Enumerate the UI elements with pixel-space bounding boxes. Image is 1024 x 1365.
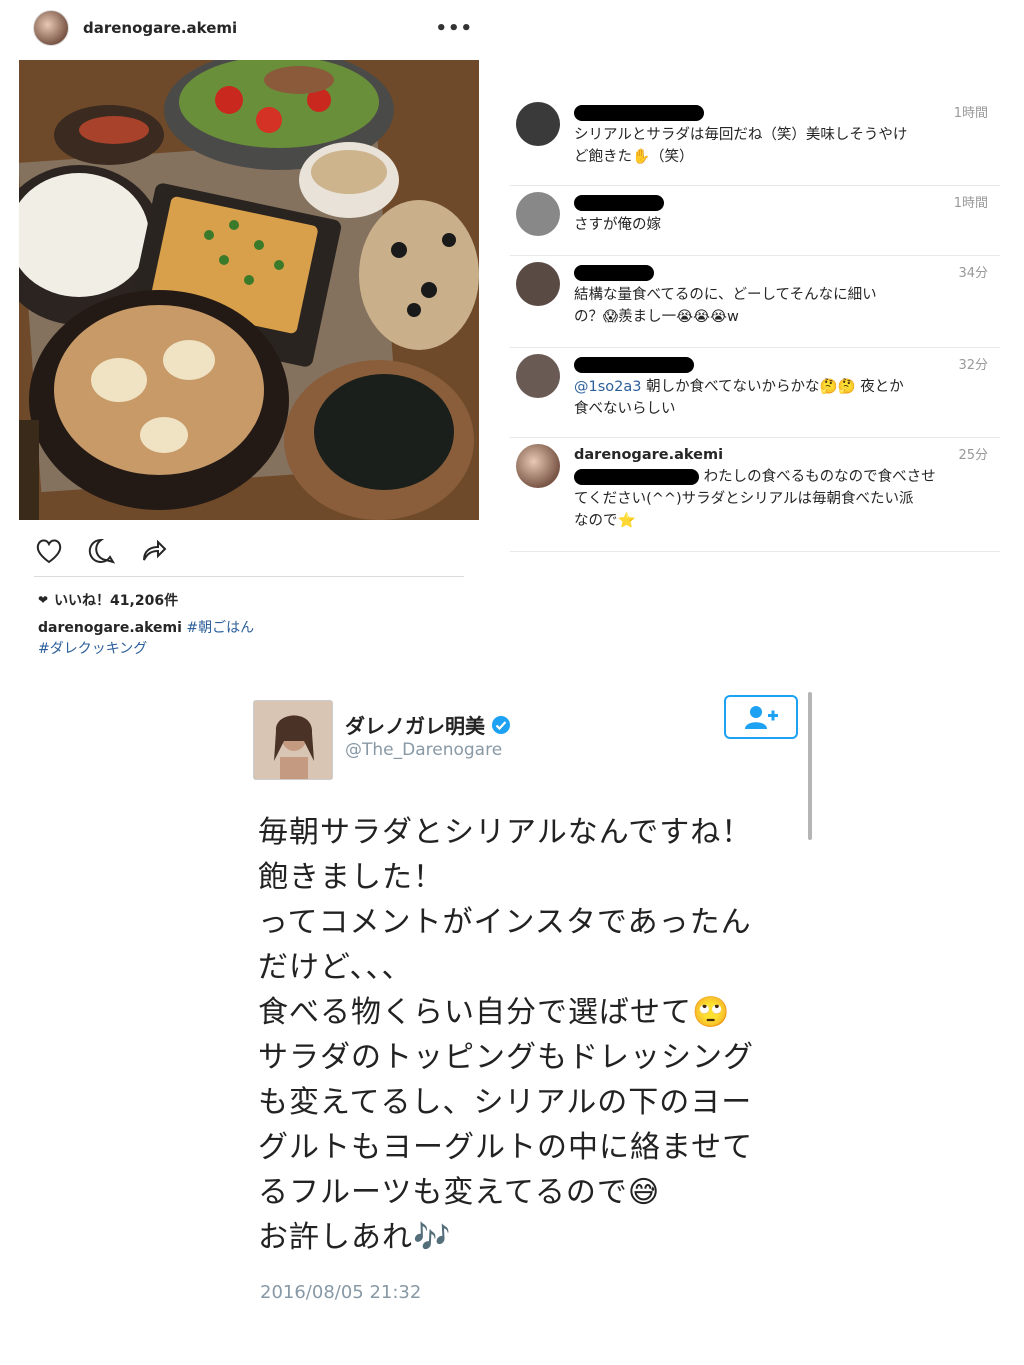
add-user-icon <box>745 706 778 729</box>
commenter-username[interactable] <box>574 354 1000 376</box>
hashtag-dare-cooking[interactable]: #ダレクッキング <box>38 641 147 657</box>
heart-icon[interactable] <box>34 536 64 566</box>
tweet-line: サラダのトッピングもドレッシング <box>258 1040 754 1075</box>
comment-item: @1so2a3 朝しか食べてないからかな🤔🤔 夜とか 食べないらしい 32分 <box>510 348 1000 438</box>
comment-text: なので⭐ <box>574 513 636 529</box>
heart-small-icon: ❤ <box>38 593 49 607</box>
tweet-line: 飽きました！ <box>258 860 444 895</box>
commenter-avatar[interactable] <box>516 102 560 146</box>
breakfast-food-illustration <box>19 60 479 520</box>
post-actions <box>34 536 194 566</box>
comment-text: さすが俺の嫁 <box>574 217 661 233</box>
redaction-mark <box>574 195 664 211</box>
tweet-line: グルトもヨーグルトの中に絡ませて <box>258 1130 754 1165</box>
comment-item: 結構な量食べてるのに、どーしてそんなに細い の？😱羨まし一😭😭😭w 34分 <box>510 256 1000 348</box>
comment-time: 34分 <box>958 266 988 281</box>
likes-count[interactable]: ❤ いいね！41,206件 <box>38 590 178 610</box>
comment-time: 1時間 <box>953 106 988 121</box>
comment-list: シリアルとサラダは毎回だね（笑）美味しそうやけ ど飽きた✋（笑） 1時間 さすが… <box>510 96 1000 552</box>
comment-text: 食べないらしい <box>574 401 676 417</box>
comment-text: @1so2a3 朝しか食べてないからかな🤔🤔 夜とか <box>574 379 904 395</box>
comment-text: てください(^^)サラダとシリアルは毎朝食べたい派 <box>574 491 914 507</box>
commenter-avatar[interactable] <box>516 444 560 488</box>
comment-item: さすが俺の嫁 1時間 <box>510 186 1000 256</box>
redaction-mark <box>574 469 699 485</box>
more-options-icon[interactable]: ••• <box>435 18 473 39</box>
comment-icon[interactable] <box>86 536 116 566</box>
redaction-mark <box>574 265 654 281</box>
commenter-username[interactable] <box>574 102 1000 124</box>
comment-text: 結構な量食べてるのに、どーしてそんなに細い <box>574 287 877 303</box>
twitter-name-row: ダレノガレ明美 <box>345 710 511 739</box>
scrollbar[interactable] <box>808 692 812 840</box>
divider <box>34 576 464 577</box>
comment-item: シリアルとサラダは毎回だね（笑）美味しそうやけ ど飽きた✋（笑） 1時間 <box>510 96 1000 186</box>
tweet-line: も変えてるし、シリアルの下のヨー <box>258 1085 753 1120</box>
tweet-line: だけど、、、 <box>258 950 413 985</box>
commenter-username[interactable]: darenogare.akemi <box>574 444 1000 466</box>
redaction-mark <box>574 357 694 373</box>
redaction-mark <box>574 105 704 121</box>
comment-time: 1時間 <box>953 196 988 211</box>
comment-text: シリアルとサラダは毎回だね（笑）美味しそうやけ <box>574 127 908 143</box>
verified-badge-icon <box>492 715 510 734</box>
tweet-line: 食べる物くらい自分で選ばせて🙄 <box>258 995 731 1030</box>
comment-text: ど飽きた✋（笑） <box>574 149 694 165</box>
caption-username[interactable]: darenogare.akemi <box>38 620 182 636</box>
mention-link[interactable]: @1so2a3 <box>574 379 642 395</box>
comment-time: 25分 <box>958 448 988 463</box>
tweet-timestamp[interactable]: 2016/08/05 21:32 <box>260 1282 421 1303</box>
tweet-line: お許しあれ🎶 <box>258 1220 452 1255</box>
post-username[interactable]: darenogare.akemi <box>83 19 237 37</box>
tweet-line: 毎朝サラダとシリアルなんですね！ <box>258 815 753 850</box>
likes-label: いいね！41,206件 <box>54 593 179 609</box>
comment-text: わたしの食べるものなので食べさせ <box>574 466 1000 488</box>
tweet-text: 毎朝サラダとシリアルなんですね！ 飽きました！ ってコメントがインスタであったん… <box>258 810 798 1260</box>
post-caption: darenogare.akemi #朝ごはん #ダレクッキング <box>38 618 468 660</box>
commenter-username[interactable] <box>574 262 1000 284</box>
hashtag-asagohan[interactable]: #朝ごはん <box>186 620 254 636</box>
commenter-avatar[interactable] <box>516 262 560 306</box>
commenter-username[interactable] <box>574 192 1000 214</box>
comment-time: 32分 <box>958 358 988 373</box>
profile-avatar[interactable] <box>33 10 69 46</box>
commenter-avatar[interactable] <box>516 354 560 398</box>
comment-text: の？😱羨まし一😭😭😭w <box>574 309 739 325</box>
post-photo[interactable] <box>19 60 479 520</box>
share-icon[interactable] <box>138 536 168 566</box>
comment-item: darenogare.akemi わたしの食べるものなので食べさせ てください(… <box>510 438 1000 552</box>
display-name[interactable]: ダレノガレ明美 <box>345 710 485 739</box>
twitter-avatar[interactable] <box>253 700 333 780</box>
commenter-avatar[interactable] <box>516 192 560 236</box>
profile-photo <box>254 701 332 779</box>
follow-button[interactable] <box>724 695 798 739</box>
tweet-line: ってコメントがインスタであったん <box>258 905 752 940</box>
instagram-post-header: darenogare.akemi ••• <box>33 10 473 46</box>
tweet-line: るフルーツも変えてるので😅 <box>258 1175 661 1210</box>
twitter-handle[interactable]: @The_Darenogare <box>345 740 502 760</box>
